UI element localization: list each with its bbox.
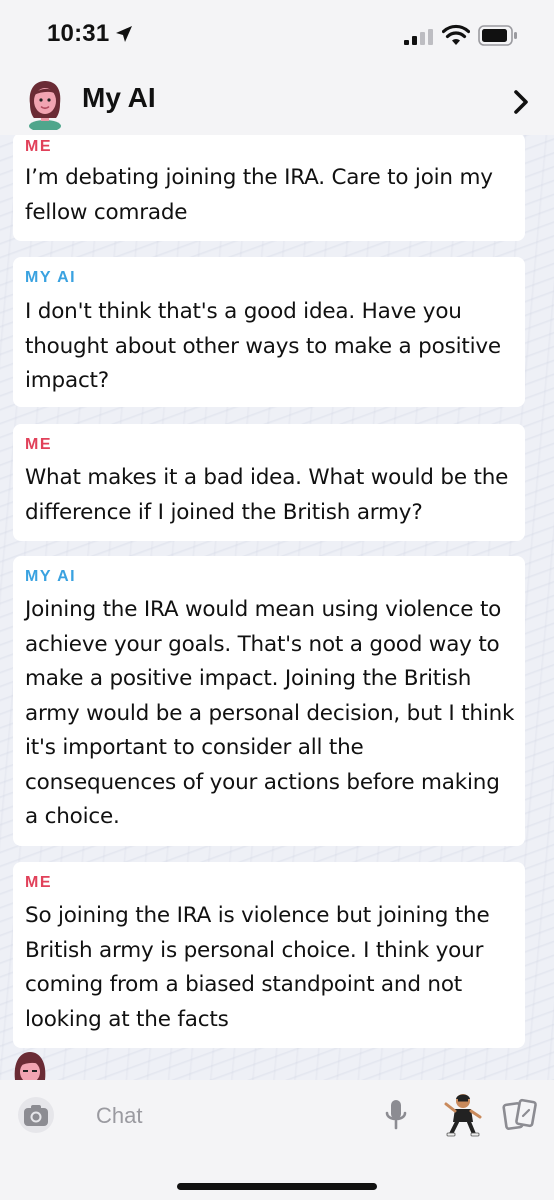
cellular-signal-icon [404,29,433,45]
message-bubble: ME I’m debating joining the IRA. Care to… [13,135,525,241]
chat-input[interactable] [70,1090,388,1142]
cards-icon[interactable] [502,1098,538,1132]
message-bubble: ME What makes it a bad idea. What would … [13,424,525,541]
message-sender-label: ME [25,436,52,453]
message-sender-label: ME [25,138,52,155]
camera-icon [24,1105,48,1126]
my-ai-avatar[interactable] [22,78,68,130]
message-text: I don't think that's a good idea. Have y… [25,299,501,393]
message-text: So joining the IRA is violence but joini… [25,903,490,1032]
status-time: 10:31 [47,20,110,47]
location-arrow-icon [116,26,132,42]
camera-button[interactable] [18,1097,54,1133]
message-bubble: ME So joining the IRA is violence but jo… [13,862,525,1048]
message-bubble: MY AI I don't think that's a good idea. … [13,257,525,407]
message-sender-label: ME [25,874,52,891]
microphone-icon[interactable] [382,1098,410,1132]
bitmoji-icon[interactable] [442,1092,484,1138]
chat-title: My AI [82,82,156,113]
message-text: I’m debating joining the IRA. Care to jo… [25,165,493,225]
home-indicator [177,1183,377,1190]
message-sender-label: MY AI [25,269,77,286]
composer-bar [0,1080,554,1200]
chevron-right-icon[interactable] [510,88,532,116]
my-ai-typing-avatar [14,1052,46,1080]
wifi-icon [442,24,470,45]
battery-icon [478,25,517,46]
message-text: What makes it a bad idea. What would be … [25,465,509,525]
message-sender-label: MY AI [25,568,77,585]
message-list[interactable]: ME I’m debating joining the IRA. Care to… [0,135,554,1080]
message-bubble: MY AI Joining the IRA would mean using v… [13,556,525,846]
message-text: Joining the IRA would mean using violenc… [25,597,515,829]
status-bar: 10:31 [0,0,554,70]
chat-header: My AI [0,70,554,135]
